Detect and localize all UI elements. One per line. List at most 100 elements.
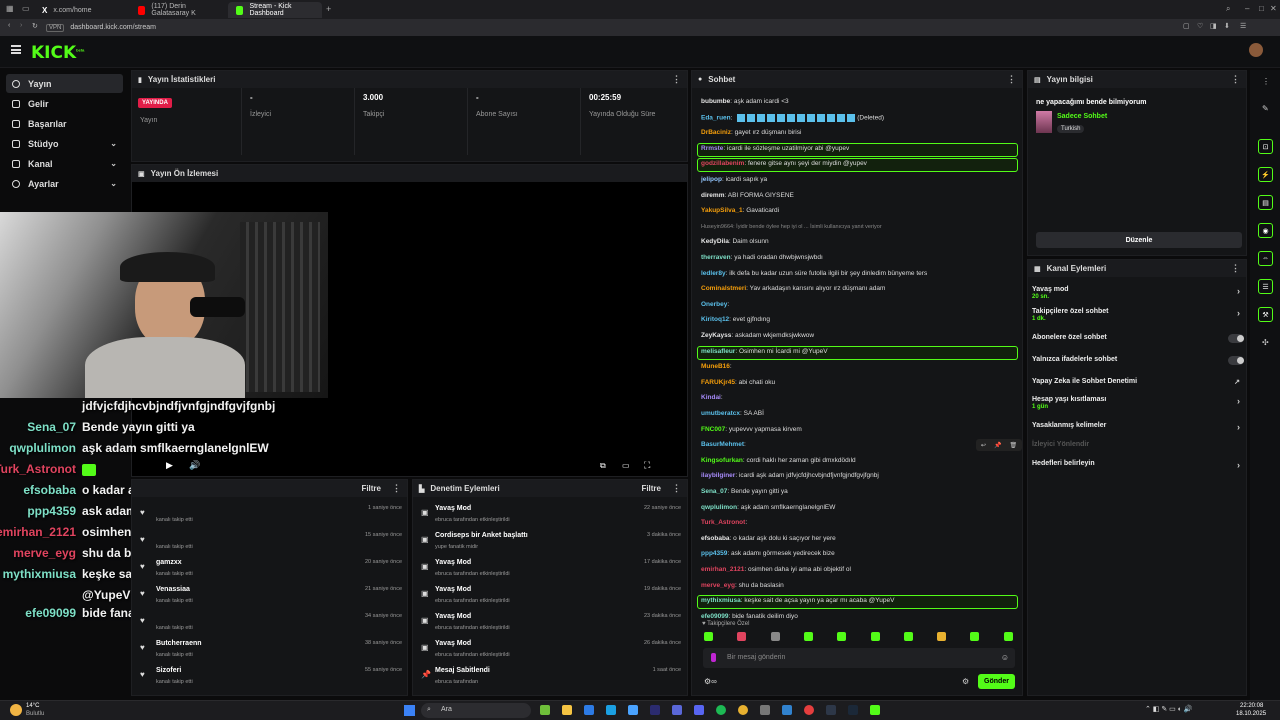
reply-icon[interactable]: ↩ — [981, 442, 986, 449]
emote-icon[interactable] — [737, 632, 747, 641]
pip-icon[interactable]: ⧉ — [600, 461, 606, 471]
more-icon[interactable]: ⋮ — [1262, 77, 1270, 86]
taskbar-app-icon[interactable] — [760, 705, 770, 715]
kick-logo[interactable]: KICKbeta — [31, 43, 84, 63]
channel-action-row[interactable]: Hesap yaşı kısıtlaması 1 gün › — [1032, 396, 1244, 414]
browser-menu-icon[interactable]: ▦ — [6, 4, 14, 13]
more-icon[interactable]: ⋮ — [1007, 74, 1016, 85]
rail-list-icon[interactable]: ☰ — [1258, 279, 1273, 294]
discord-icon[interactable] — [694, 705, 704, 715]
sidebar-item-gelir[interactable]: Gelir — [6, 94, 123, 113]
taskbar-app-icon[interactable] — [826, 705, 836, 715]
edge-icon[interactable] — [606, 705, 616, 715]
emote-icon[interactable] — [1003, 632, 1013, 641]
taskbar-app-icon[interactable] — [540, 705, 550, 715]
theater-icon[interactable]: ▭ — [622, 461, 630, 470]
folder-icon[interactable] — [562, 705, 572, 715]
pin-icon[interactable]: 📌 — [994, 442, 1001, 449]
pencil-icon[interactable]: ✎ — [1262, 104, 1269, 113]
more-icon[interactable]: ⋮ — [672, 74, 681, 85]
chat-tools-icon[interactable]: ⚙∞ — [704, 677, 717, 686]
sidebar-item-yayin[interactable]: Yayın — [6, 74, 123, 93]
channel-action-row[interactable]: Abonelere özel sohbet — [1032, 334, 1244, 352]
taskbar-search[interactable]: ⌕ Ara — [421, 703, 531, 718]
rail-link-icon[interactable]: ⇔ — [1258, 251, 1273, 266]
channel-action-row[interactable]: Yalnızca ifadelerle sohbet — [1032, 356, 1244, 374]
steam-icon[interactable] — [848, 705, 858, 715]
play-icon[interactable]: ▶ — [166, 460, 173, 471]
extension-icon[interactable]: ▢ — [1183, 22, 1190, 30]
rail-doc-icon[interactable]: ▤ — [1258, 195, 1273, 210]
send-button[interactable]: Gönder — [978, 674, 1015, 689]
more-icon[interactable]: ⋮ — [1231, 263, 1240, 274]
taskbar-app-icon[interactable] — [672, 705, 682, 715]
system-tray-icons[interactable]: ⌃ ◧ ✎ ▭ ◐ 🔊 — [1145, 705, 1193, 713]
tab-kick-dashboard[interactable]: Stream - Kick Dashboard — [228, 2, 322, 18]
channel-action-row[interactable]: Yapay Zeka ile Sohbet Denetimi ↗ — [1032, 378, 1244, 396]
toggle-switch[interactable] — [1228, 334, 1244, 343]
vpn-badge[interactable]: VPN — [46, 23, 65, 32]
rail-bolt-icon[interactable]: ⚡ — [1258, 167, 1273, 182]
windows-start-icon[interactable] — [404, 705, 415, 716]
channel-action-row[interactable]: Hedefleri belirleyin › — [1032, 460, 1244, 478]
sidebar-item-ayarlar[interactable]: Ayarlar ⌄ — [6, 174, 123, 193]
emote-icon[interactable] — [803, 632, 813, 641]
chat-settings-icon[interactable]: ⚙ — [962, 677, 969, 686]
spotify-icon[interactable] — [716, 705, 726, 715]
emote-icon[interactable] — [937, 632, 947, 641]
kick-app-icon[interactable] — [870, 705, 880, 715]
emoji-icon[interactable]: ☺ — [1001, 653, 1009, 662]
volume-icon[interactable]: 🔊 — [189, 460, 200, 471]
channel-action-row[interactable]: İzleyici Yönlendir — [1032, 441, 1244, 459]
url-field[interactable]: VPN dashboard.kick.com/stream — [46, 21, 1176, 34]
more-icon[interactable]: ⋮ — [1231, 74, 1240, 85]
search-icon[interactable]: ⌕ — [1226, 4, 1230, 14]
taskbar-app-icon[interactable] — [584, 705, 594, 715]
channel-action-row[interactable]: Yavaş mod 20 sn. › — [1032, 286, 1244, 304]
taskbar-app-icon[interactable] — [628, 705, 638, 715]
hamburger-icon[interactable] — [11, 45, 21, 54]
gamepad-icon[interactable]: ✣ — [1262, 338, 1269, 347]
channel-action-row[interactable]: Yasaklanmış kelimeler › — [1032, 422, 1244, 440]
reload-icon[interactable]: ↻ — [32, 22, 38, 30]
minimize-icon[interactable]: – — [1245, 4, 1249, 13]
sidebar-item-kanal[interactable]: Kanal ⌄ — [6, 154, 123, 173]
emote-icon[interactable] — [770, 632, 780, 641]
rail-wrench-icon[interactable]: ⚒ — [1258, 307, 1273, 322]
tab-x[interactable]: X x.com/home — [34, 2, 126, 18]
close-icon[interactable]: ✕ — [1270, 4, 1277, 13]
opera-icon[interactable] — [804, 705, 814, 715]
taskbar-app-icon[interactable] — [782, 705, 792, 715]
filter-button[interactable]: Filtre — [361, 484, 381, 493]
sidebar-item-basarilar[interactable]: Başarılar — [6, 114, 123, 133]
fullscreen-icon[interactable]: ⛶ — [644, 460, 650, 471]
tab-youtube[interactable]: (117) Derin Galatasaray K — [130, 2, 226, 18]
new-tab-icon[interactable]: + — [326, 4, 331, 14]
back-icon[interactable]: ‹ — [8, 22, 10, 29]
delete-icon[interactable]: 🗑 — [1009, 442, 1017, 449]
emote-icon[interactable] — [704, 632, 713, 641]
maximize-icon[interactable]: □ — [1259, 4, 1264, 13]
filter-button[interactable]: Filtre — [641, 484, 661, 493]
emote-icon[interactable] — [903, 632, 913, 641]
download-icon[interactable]: ⬇ — [1224, 22, 1230, 30]
channel-action-row[interactable]: Takipçilere özel sohbet 1 dk. › — [1032, 308, 1244, 326]
more-icon[interactable]: ⋮ — [392, 483, 401, 494]
forward-icon[interactable]: › — [20, 22, 22, 29]
premiere-icon[interactable] — [650, 705, 660, 715]
rail-chat-icon[interactable]: ◉ — [1258, 223, 1273, 238]
chat-input[interactable]: Bir mesaj gönderin ☺ — [703, 648, 1015, 668]
bookmark-icon[interactable]: ♡ — [1197, 22, 1203, 30]
settings-icon[interactable]: ☰ — [1240, 22, 1246, 30]
sidebar-item-studyo[interactable]: Stüdyo ⌄ — [6, 134, 123, 153]
emote-icon[interactable] — [970, 632, 980, 641]
edit-button[interactable]: Düzenle — [1036, 232, 1242, 248]
sidebar-toggle-icon[interactable]: ▭ — [22, 4, 30, 13]
chrome-icon[interactable] — [738, 705, 748, 715]
avatar[interactable] — [1249, 43, 1263, 57]
more-icon[interactable]: ⋮ — [672, 483, 681, 494]
toggle-switch[interactable] — [1228, 356, 1244, 365]
wallet-icon[interactable]: ◨ — [1210, 22, 1217, 30]
category-link[interactable]: Sadece Sohbet — [1057, 113, 1107, 120]
rail-clip-icon[interactable]: ⊡ — [1258, 139, 1273, 154]
